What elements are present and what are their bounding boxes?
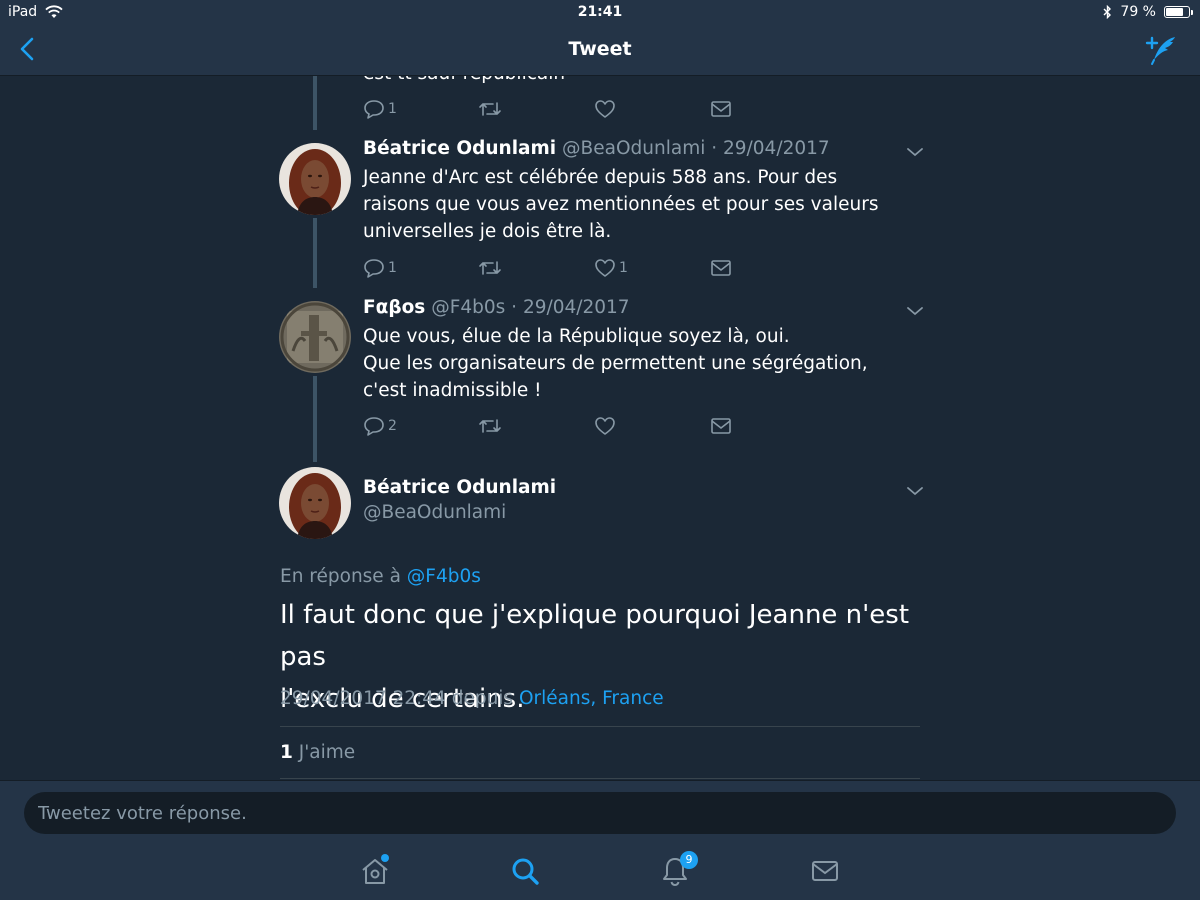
- like-button[interactable]: [594, 414, 616, 438]
- reply-count: 2: [388, 418, 397, 434]
- retweet-icon: [479, 419, 501, 433]
- tweet-author-handle[interactable]: @F4b0s: [431, 297, 505, 318]
- tweet-menu-button[interactable]: [905, 484, 925, 498]
- compose-tweet-button[interactable]: [1144, 34, 1180, 66]
- bluetooth-icon: [1103, 5, 1112, 19]
- likes-summary[interactable]: 1 J'aime: [280, 742, 355, 763]
- tweet-thread: est tt sauf républicain 1 Béatrice Odunl…: [0, 76, 1200, 780]
- tweet-text-line: Jeanne d'Arc est célébrée depuis 588 ans…: [363, 167, 838, 188]
- reply-button[interactable]: 1: [363, 256, 397, 280]
- tweet-text-line: Que vous, élue de la République soyez là…: [363, 326, 790, 347]
- reply-input[interactable]: [24, 792, 1176, 834]
- reply-prefix: En réponse à: [280, 566, 401, 587]
- likes-count: 1: [280, 742, 293, 763]
- heart-icon: [595, 100, 615, 118]
- meta-separator: ·: [705, 138, 724, 159]
- like-button[interactable]: 1: [594, 256, 628, 280]
- reply-button[interactable]: 2: [363, 414, 397, 438]
- avatar[interactable]: [279, 143, 351, 215]
- reply-handle-link[interactable]: @F4b0s: [407, 566, 481, 587]
- meta-separator: ·: [505, 297, 523, 318]
- bottom-bar: 9: [0, 780, 1200, 900]
- like-button[interactable]: [594, 97, 616, 121]
- divider: [280, 778, 920, 779]
- tweet-text-line: universelles je dois être là.: [363, 221, 612, 242]
- messages-tab[interactable]: [809, 855, 841, 887]
- envelope-icon: [711, 101, 731, 117]
- tweet-text-line: raisons que vous avez mentionnées et pou…: [363, 194, 879, 215]
- divider: [280, 726, 920, 727]
- avatar[interactable]: [279, 467, 351, 539]
- like-count: 1: [619, 260, 628, 276]
- tweet-header: Fαβos @F4b0s · 29/04/2017: [363, 297, 630, 318]
- page-title: Tweet: [568, 38, 632, 60]
- tweet-header: Béatrice Odunlami @BeaOdunlami · 29/04/2…: [363, 138, 830, 159]
- status-time: 21:41: [577, 4, 623, 20]
- dm-button[interactable]: [710, 256, 732, 280]
- tweet-menu-button[interactable]: [905, 304, 925, 318]
- avatar[interactable]: [279, 301, 351, 373]
- dm-button[interactable]: [710, 414, 732, 438]
- tweet-menu-button[interactable]: [905, 145, 925, 159]
- tweet-text-line: c'est inadmissible !: [363, 380, 542, 401]
- reply-icon: [364, 417, 384, 436]
- thread-connector: [313, 76, 317, 130]
- tweet-timestamp: 29/04/2017 22:44 depuis Orléans, France: [280, 688, 664, 709]
- main-tweet-line: Il faut donc que j'explique pourquoi Jea…: [280, 600, 910, 672]
- reply-button[interactable]: 1: [363, 97, 397, 121]
- tweet-author-handle[interactable]: @BeaOdunlami: [562, 138, 705, 159]
- retweet-icon: [479, 102, 501, 116]
- reply-context: En réponse à @F4b0s: [280, 566, 481, 587]
- thread-connector: [313, 376, 317, 462]
- reply-count: 1: [388, 260, 397, 276]
- notifications-badge: 9: [680, 851, 698, 869]
- tweet-author-name[interactable]: Béatrice Odunlami: [363, 138, 556, 159]
- heart-icon: [595, 259, 615, 277]
- envelope-icon: [711, 418, 731, 434]
- tweet-text-partial: est tt sauf républicain: [363, 76, 565, 87]
- tweet-author-name[interactable]: Fαβos: [363, 297, 425, 318]
- heart-icon: [595, 417, 615, 435]
- thread-connector: [313, 218, 317, 288]
- status-bar: iPad 21:41 79 %: [0, 0, 1200, 24]
- retweet-icon: [479, 261, 501, 275]
- tweet-text-line: Que les organisateurs de permettent une …: [363, 353, 868, 374]
- reply-icon: [364, 259, 384, 278]
- search-tab[interactable]: [509, 855, 541, 887]
- tweet-date: 29/04/2017: [723, 138, 830, 159]
- top-bar: iPad 21:41 79 % Tweet: [0, 0, 1200, 76]
- retweet-button[interactable]: [478, 256, 502, 280]
- tweet-date: 29/04/2017: [522, 297, 630, 318]
- status-right: 79 %: [1103, 4, 1193, 20]
- home-unread-dot: [381, 854, 389, 862]
- dm-button[interactable]: [710, 97, 732, 121]
- reply-count: 1: [388, 101, 397, 117]
- reply-icon: [364, 100, 384, 119]
- battery-percent: 79 %: [1120, 4, 1156, 20]
- main-tweet-author-handle[interactable]: @BeaOdunlami: [363, 502, 506, 523]
- main-tweet-author-name[interactable]: Béatrice Odunlami: [363, 477, 556, 498]
- location-link[interactable]: Orléans, France: [519, 688, 664, 709]
- timestamp-text: 29/04/2017 22:44 depuis: [280, 688, 514, 709]
- likes-label: J'aime: [298, 742, 356, 763]
- battery-icon: [1164, 6, 1193, 18]
- envelope-icon: [711, 260, 731, 276]
- retweet-button[interactable]: [478, 414, 502, 438]
- retweet-button[interactable]: [478, 97, 502, 121]
